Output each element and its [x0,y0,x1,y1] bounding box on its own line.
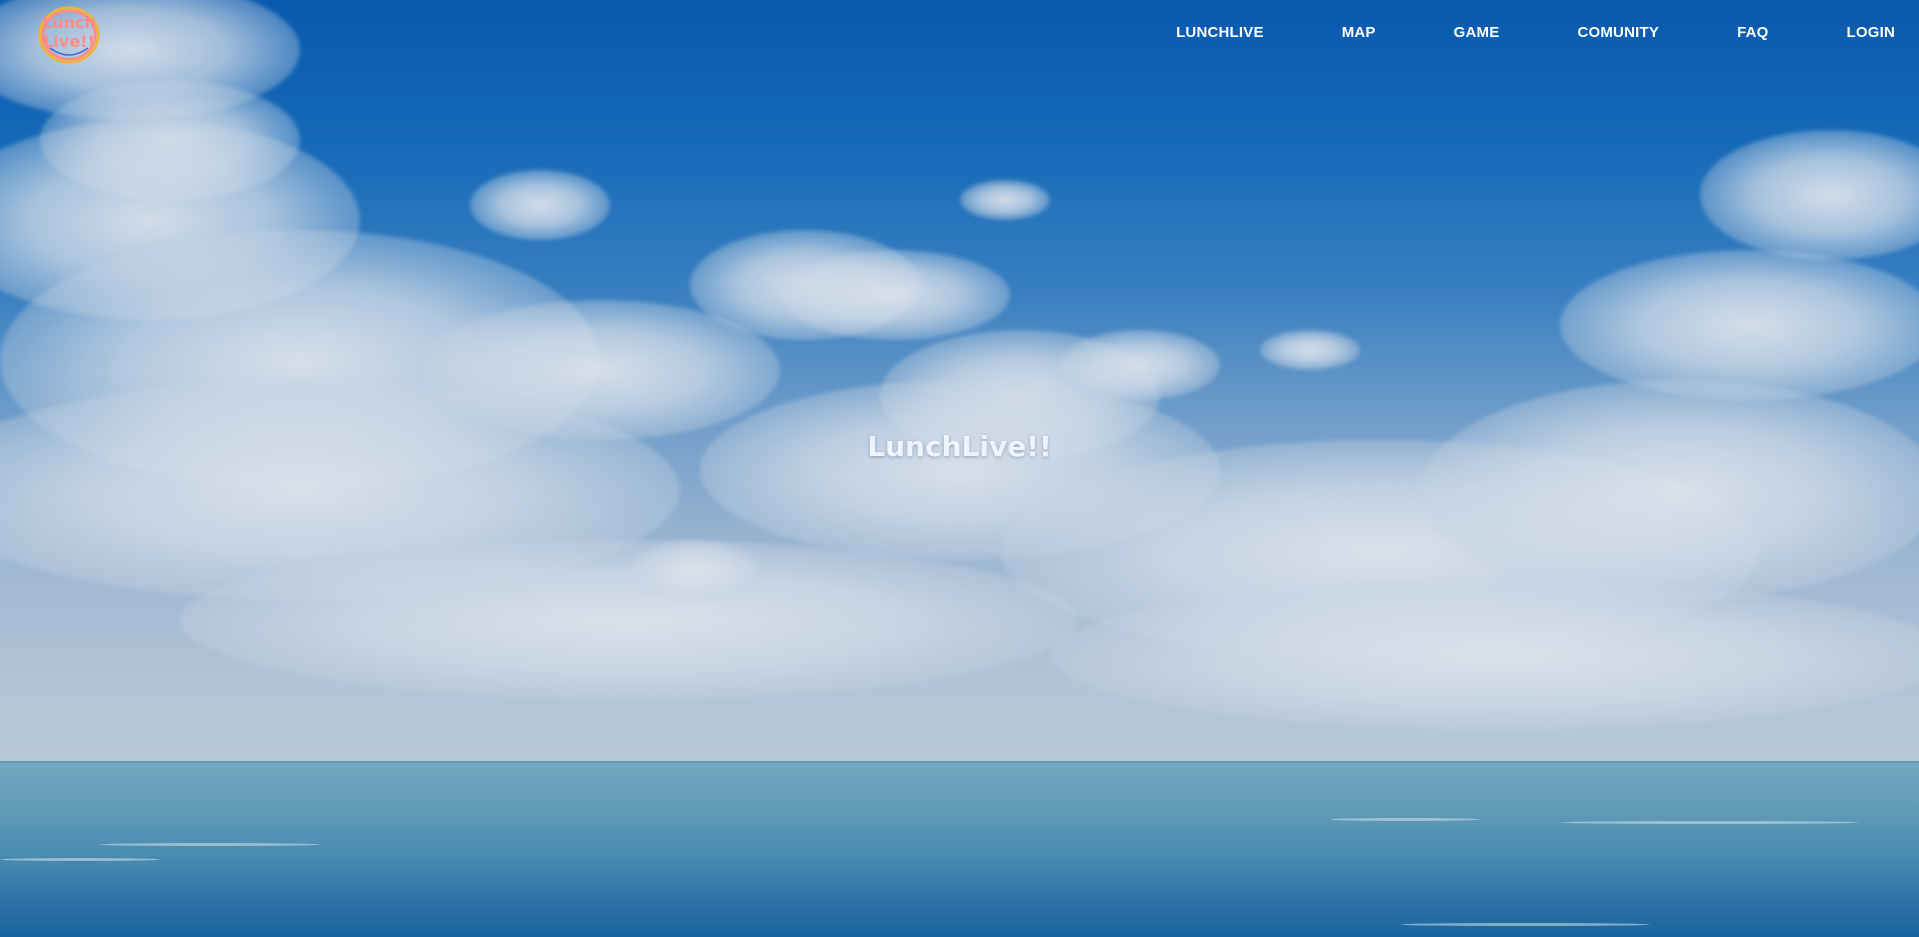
page: Lunch Live!! LUNCHLIVE MAP GAME COMUNITY… [0,0,1919,937]
nav-item-lunchlive[interactable]: LUNCHLIVE [1176,24,1264,41]
nav-item-game[interactable]: GAME [1454,24,1500,41]
logo-line-1: Lunch [42,13,96,32]
image-overlay [0,0,1919,937]
main-nav: LUNCHLIVE MAP GAME COMUNITY FAQ LOGIN [1176,24,1895,41]
hero-background-image [0,0,1919,937]
nav-item-faq[interactable]: FAQ [1737,24,1768,41]
nav-item-comunity[interactable]: COMUNITY [1577,24,1659,41]
nav-item-login[interactable]: LOGIN [1847,24,1896,41]
logo-line-2: Live!! [43,32,95,51]
nav-item-map[interactable]: MAP [1342,24,1376,41]
hero-title: LunchLive!! [867,430,1052,463]
logo[interactable]: Lunch Live!! [36,4,102,66]
